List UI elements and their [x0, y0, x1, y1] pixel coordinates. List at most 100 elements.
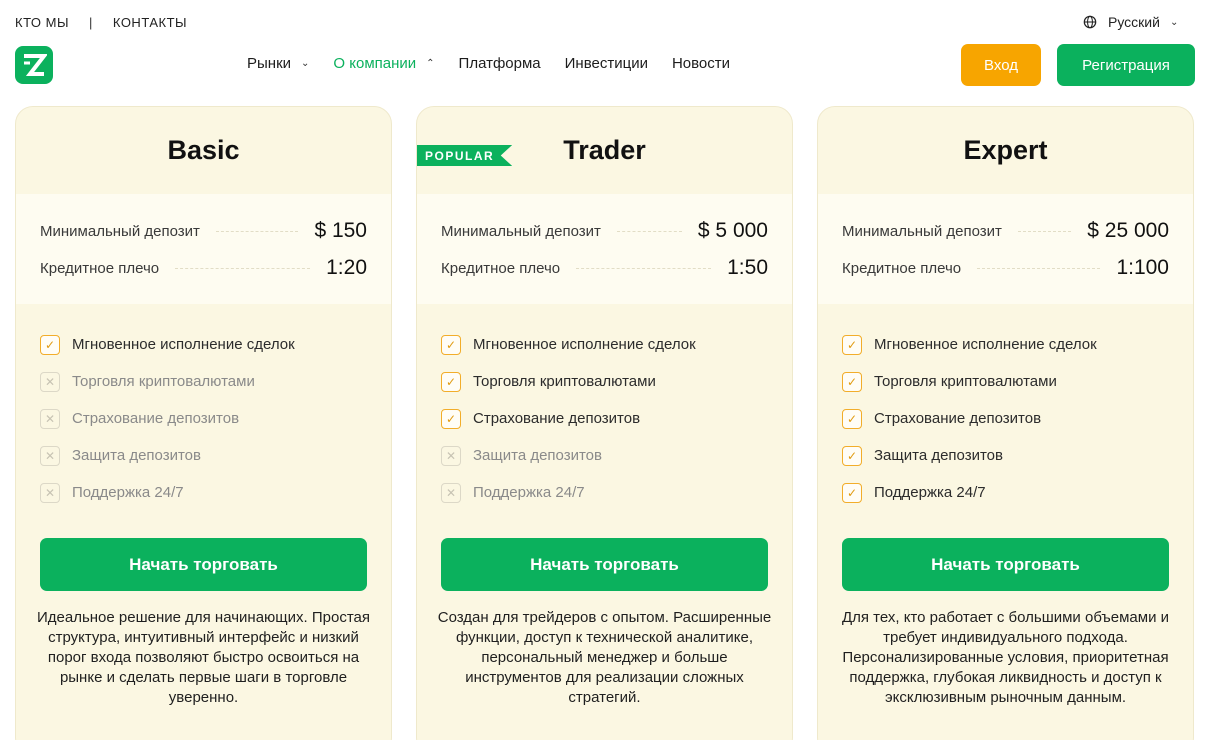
feature-item: ✓ Страхование депозитов [842, 400, 1169, 437]
checkmark-icon: ✓ [441, 334, 461, 355]
feature-item: ✕ Поддержка 24/7 [40, 474, 367, 511]
min-deposit-value: $ 25 000 [1087, 219, 1169, 242]
feature-label: Защита депозитов [72, 447, 201, 464]
cross-icon: ✕ [40, 371, 60, 392]
nav-item-label: Платформа [458, 55, 541, 72]
about-link[interactable]: КТО МЫ [15, 15, 69, 30]
start-trading-button[interactable]: Начать торговать [441, 538, 768, 591]
feature-label: Мгновенное исполнение сделок [874, 336, 1097, 353]
globe-icon [1083, 15, 1097, 29]
feature-label: Страхование депозитов [72, 410, 240, 427]
feature-label: Торговля криптовалютами [473, 373, 656, 390]
feature-item: ✓ Мгновенное исполнение сделок [40, 326, 367, 363]
feature-label: Страхование депозитов [473, 410, 641, 427]
checkmark-icon: ✓ [842, 482, 862, 503]
divider [977, 267, 1101, 269]
nav-item-2[interactable]: Платформа [459, 55, 541, 72]
nav-item-label: Инвестиции [564, 55, 648, 72]
min-deposit-value: $ 150 [314, 219, 367, 242]
checkmark-icon: ✓ [842, 408, 862, 429]
plan-header: Basic [16, 107, 391, 194]
checkmark-icon: ✓ [842, 371, 862, 392]
min-deposit-label: Минимальный депозит [40, 222, 200, 240]
brand-logo[interactable] [15, 46, 53, 84]
divider [215, 230, 299, 232]
min-deposit-row: Минимальный депозит $ 150 [40, 219, 367, 243]
plan-header: Expert [818, 107, 1193, 194]
feature-item: ✕ Торговля криптовалютами [40, 363, 367, 400]
feature-list: ✓ Мгновенное исполнение сделок ✕ Торговля к… [16, 304, 391, 511]
cross-icon: ✕ [441, 482, 461, 503]
plan-description: Для тех, кто работает с большими объемам… [841, 609, 1170, 706]
leverage-row: Кредитное плечо 1:100 [842, 256, 1169, 280]
nav-item-1[interactable]: О компании ⌃ [333, 55, 434, 72]
feature-label: Страхование депозитов [874, 410, 1042, 427]
plan-header: POPULAR Trader [417, 107, 792, 194]
chevron-down-icon: ⌄ [301, 58, 310, 69]
checkmark-icon: ✓ [441, 408, 461, 429]
register-button[interactable]: Регистрация [1057, 44, 1195, 86]
leverage-label: Кредитное плечо [40, 259, 160, 277]
checkmark-icon: ✓ [40, 334, 60, 355]
feature-label: Поддержка 24/7 [874, 484, 986, 501]
nav-item-0[interactable]: Рынки ⌄ [247, 55, 309, 72]
feature-label: Торговля криптовалютами [72, 373, 255, 390]
nav-item-label: Новости [671, 55, 731, 72]
feature-item: ✓ Мгновенное исполнение сделок [842, 326, 1169, 363]
top-links: КТО МЫ | КОНТАКТЫ [15, 15, 187, 30]
min-deposit-row: Минимальный депозит $ 5 000 [441, 219, 768, 243]
plan-card-expert: Expert Минимальный депозит $ 25 000 Кредитн… [817, 106, 1194, 740]
divider [175, 267, 311, 269]
plan-stats: Минимальный депозит $ 5 000 Кредитное плеч… [417, 194, 792, 304]
divider [576, 267, 712, 269]
feature-item: ✓ Торговля криптовалютами [441, 363, 768, 400]
checkmark-icon: ✓ [441, 371, 461, 392]
feature-list: ✓ Мгновенное исполнение сделок ✓ Торговля к… [818, 304, 1193, 511]
nav-item-4[interactable]: Новости [672, 55, 730, 72]
feature-item: ✕ Защита депозитов [441, 437, 768, 474]
start-trading-button[interactable]: Начать торговать [40, 538, 367, 591]
chevron-up-icon: ⌃ [426, 58, 435, 69]
feature-label: Торговля криптовалютами [874, 373, 1057, 390]
leverage-row: Кредитное плечо 1:50 [441, 256, 768, 280]
min-deposit-label: Минимальный депозит [441, 222, 601, 240]
plan-name: Basic [167, 135, 240, 165]
divider [1017, 230, 1072, 232]
plan-card-basic: Basic Минимальный депозит $ 150 Кредитное п… [15, 106, 392, 740]
nav-item-label: Рынки [247, 55, 292, 72]
plan-card-trader: POPULAR Trader Минимальный депозит $ 5 000 К… [416, 106, 793, 740]
feature-item: ✓ Поддержка 24/7 [842, 474, 1169, 511]
contacts-link[interactable]: КОНТАКТЫ [113, 15, 187, 30]
feature-item: ✓ Мгновенное исполнение сделок [441, 326, 768, 363]
feature-item: ✕ Защита депозитов [40, 437, 367, 474]
min-deposit-label: Минимальный депозит [842, 222, 1002, 240]
feature-label: Защита депозитов [874, 447, 1003, 464]
min-deposit-row: Минимальный депозит $ 25 000 [842, 219, 1169, 243]
feature-label: Защита депозитов [473, 447, 602, 464]
feature-label: Мгновенное исполнение сделок [473, 336, 696, 353]
feature-label: Поддержка 24/7 [72, 484, 184, 501]
cross-icon: ✕ [40, 445, 60, 466]
language-label: Русский [1108, 14, 1160, 30]
checkmark-icon: ✓ [842, 445, 862, 466]
language-selector[interactable]: Русский ⌄ [1083, 14, 1178, 30]
feature-item: ✓ Торговля криптовалютами [842, 363, 1169, 400]
feature-item: ✕ Страхование депозитов [40, 400, 367, 437]
leverage-label: Кредитное плечо [441, 259, 561, 277]
leverage-row: Кредитное плечо 1:20 [40, 256, 367, 280]
top-bar: КТО МЫ | КОНТАКТЫ Русский ⌄ [0, 0, 1222, 44]
feature-list: ✓ Мгновенное исполнение сделок ✓ Торговля к… [417, 304, 792, 511]
min-deposit-value: $ 5 000 [697, 219, 768, 242]
start-trading-button[interactable]: Начать торговать [842, 538, 1169, 591]
leverage-label: Кредитное плечо [842, 259, 962, 277]
leverage-value: 1:100 [1116, 256, 1169, 279]
chevron-down-icon: ⌄ [1169, 16, 1179, 28]
top-links-separator: | [89, 15, 93, 30]
login-button[interactable]: Вход [961, 44, 1041, 86]
popular-badge: POPULAR [417, 145, 513, 166]
plan-description: Идеальное решение для начинающих. Проста… [36, 609, 370, 706]
leverage-value: 1:20 [326, 256, 367, 279]
feature-item: ✓ Страхование депозитов [441, 400, 768, 437]
nav-item-3[interactable]: Инвестиции [565, 55, 648, 72]
plan-name: Expert [963, 135, 1048, 165]
